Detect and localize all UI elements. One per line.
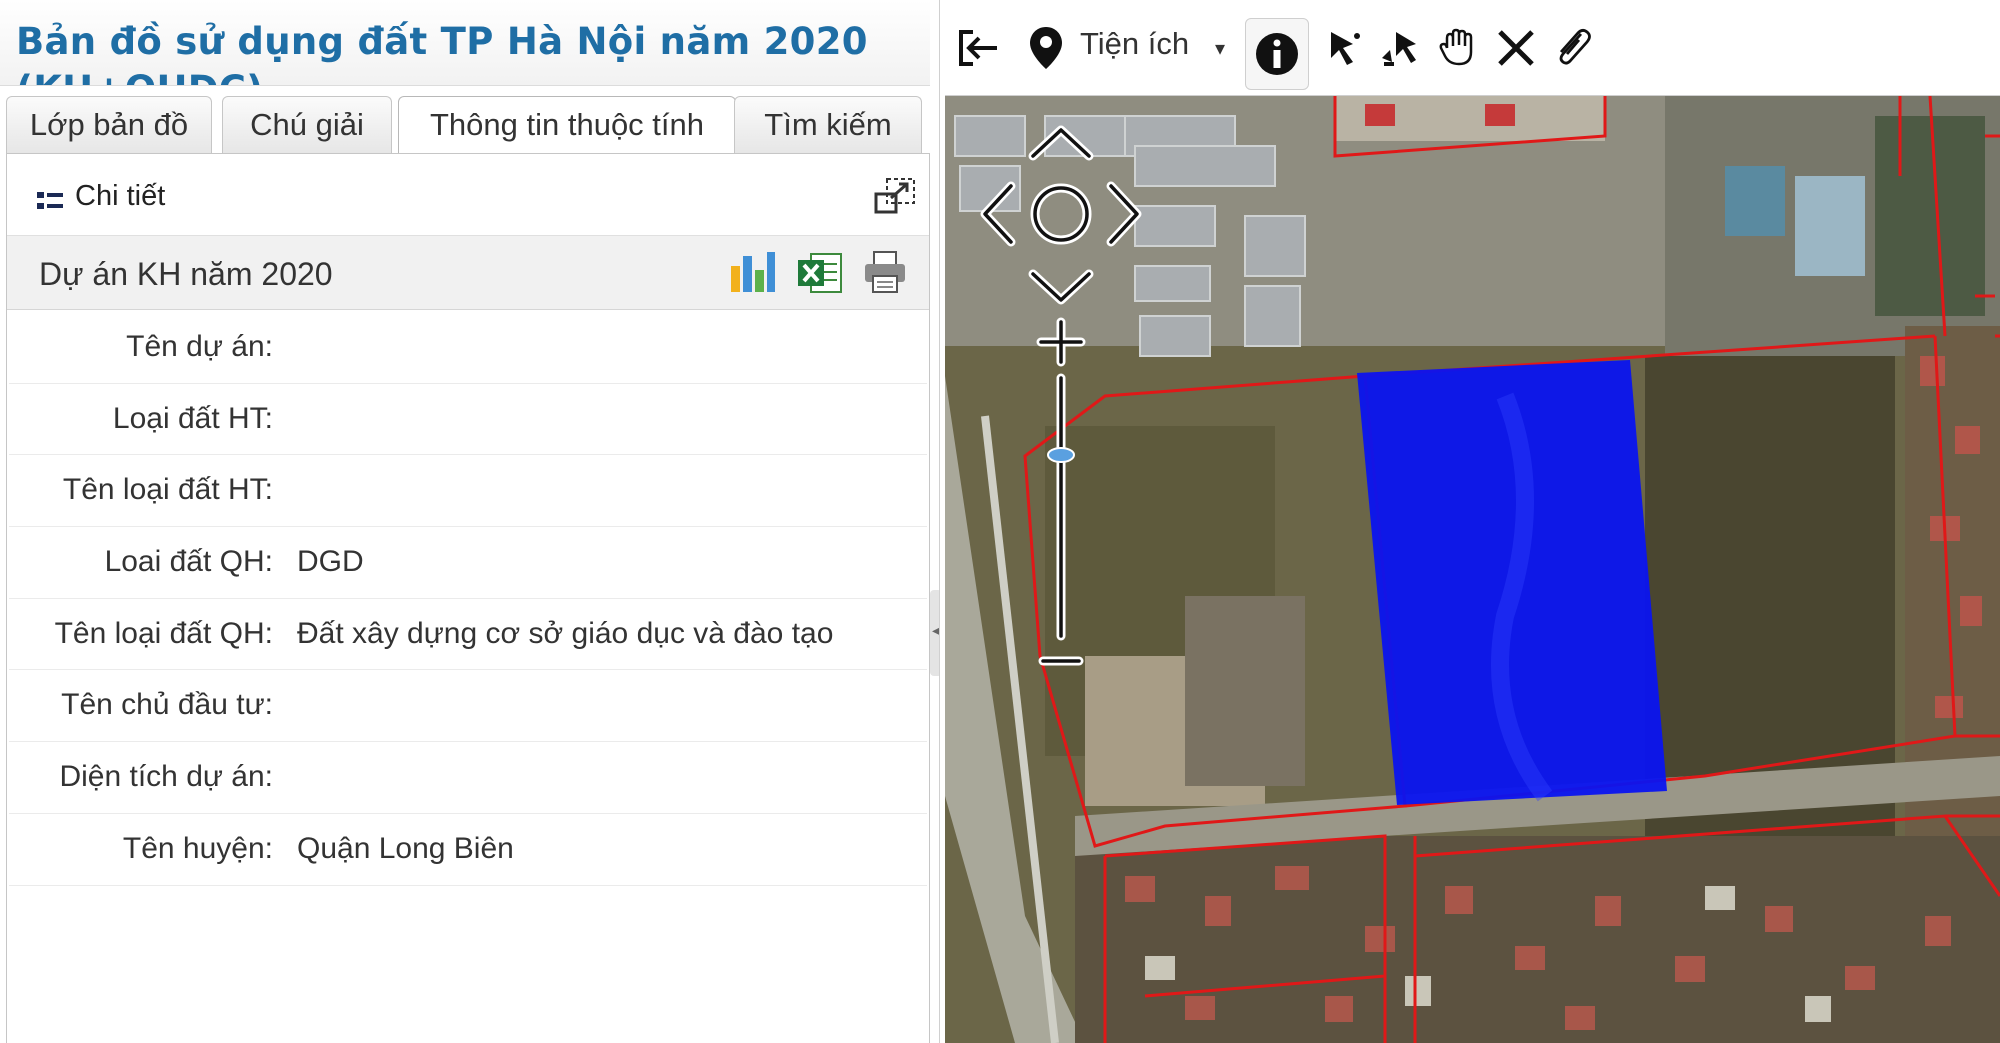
attribute-value: Đất xây dựng cơ sở giáo dục và đào tạo: [297, 616, 834, 650]
attribute-row: Tên loại đất QH: Đất xây dựng cơ sở giáo…: [9, 599, 927, 671]
map-marker-icon[interactable]: [1023, 20, 1069, 76]
select-multiple-icon[interactable]: [1377, 20, 1425, 76]
select-arrow-icon[interactable]: [1323, 20, 1367, 76]
attribute-value: Quận Long Biên: [297, 831, 514, 865]
attribute-label: Diện tích dự án:: [59, 760, 273, 794]
chart-icon[interactable]: [729, 250, 777, 294]
attribute-table: Tên dự án: Loại đất HT: Tên loại đất HT:…: [9, 312, 927, 886]
pan-right-icon[interactable]: [1106, 181, 1142, 247]
info-panel: Bản đồ sử dụng đất TP Hà Nội năm 2020 (K…: [0, 0, 940, 1043]
detail-header: Chi tiết: [7, 158, 929, 236]
tab-search[interactable]: Tìm kiếm: [734, 96, 922, 154]
zoom-slider-handle[interactable]: [1047, 447, 1075, 463]
info-icon[interactable]: [1245, 18, 1309, 90]
pan-left-icon[interactable]: [980, 181, 1016, 247]
detail-title: Chi tiết: [75, 180, 166, 212]
attribute-label: Tên huyện:: [122, 831, 273, 865]
tab-map-layers[interactable]: Lớp bản đồ: [6, 96, 212, 154]
print-icon[interactable]: [863, 250, 907, 294]
expand-icon[interactable]: [873, 176, 917, 216]
map-navigation-control: [980, 125, 1142, 666]
section-header: Dự án KH năm 2020: [7, 236, 929, 310]
panel-collapse-handle[interactable]: ◂: [930, 590, 939, 676]
section-title: Dự án KH năm 2020: [39, 256, 333, 292]
collapse-arrow-icon: ◂: [932, 620, 939, 641]
attribute-value: DGD: [297, 545, 364, 579]
title-bar: Bản đồ sử dụng đất TP Hà Nội năm 2020 (K…: [0, 0, 930, 86]
pan-hand-icon[interactable]: [1435, 20, 1481, 76]
attribute-row: Loai đất QH: DGD: [9, 527, 927, 599]
attribute-label: Tên loại đất QH:: [54, 616, 273, 650]
close-icon[interactable]: [1493, 20, 1539, 76]
pan-up-icon[interactable]: [1028, 125, 1094, 161]
attribute-row: Tên dự án:: [9, 312, 927, 384]
map-view[interactable]: [945, 96, 2000, 1043]
attribute-label: Loại đất HT:: [112, 401, 273, 435]
attribute-label: Loai đất QH:: [104, 545, 273, 579]
attribute-row: Diện tích dự án:: [9, 742, 927, 814]
chevron-down-icon[interactable]: ▾: [1215, 36, 1225, 61]
attribute-label: Tên loại đất HT:: [62, 473, 273, 507]
sign-in-icon[interactable]: [953, 20, 1005, 76]
excel-icon[interactable]: [797, 250, 843, 296]
pan-down-icon[interactable]: [1028, 269, 1094, 305]
attachment-icon[interactable]: [1549, 20, 1597, 76]
attribute-label: Tên chủ đầu tư:: [61, 688, 273, 722]
list-icon: [37, 192, 63, 209]
attribute-row: Tên huyện: Quận Long Biên: [9, 814, 927, 886]
map-toolbar: Tiện ích ▾: [945, 0, 2000, 96]
tab-legend[interactable]: Chú giải: [222, 96, 392, 154]
page-title: Bản đồ sử dụng đất TP Hà Nội năm 2020 (K…: [16, 20, 868, 85]
utilities-menu[interactable]: Tiện ích: [1080, 26, 1189, 62]
attribute-label: Tên dự án:: [126, 330, 273, 363]
attribute-row: Loại đất HT:: [9, 384, 927, 456]
tab-bar: Lớp bản đồ Chú giải Thông tin thuộc tính…: [6, 96, 926, 156]
attribute-row: Tên loại đất HT:: [9, 455, 927, 528]
tab-attribute-info[interactable]: Thông tin thuộc tính: [398, 96, 736, 156]
attribute-row: Tên chủ đầu tư:: [9, 670, 927, 743]
